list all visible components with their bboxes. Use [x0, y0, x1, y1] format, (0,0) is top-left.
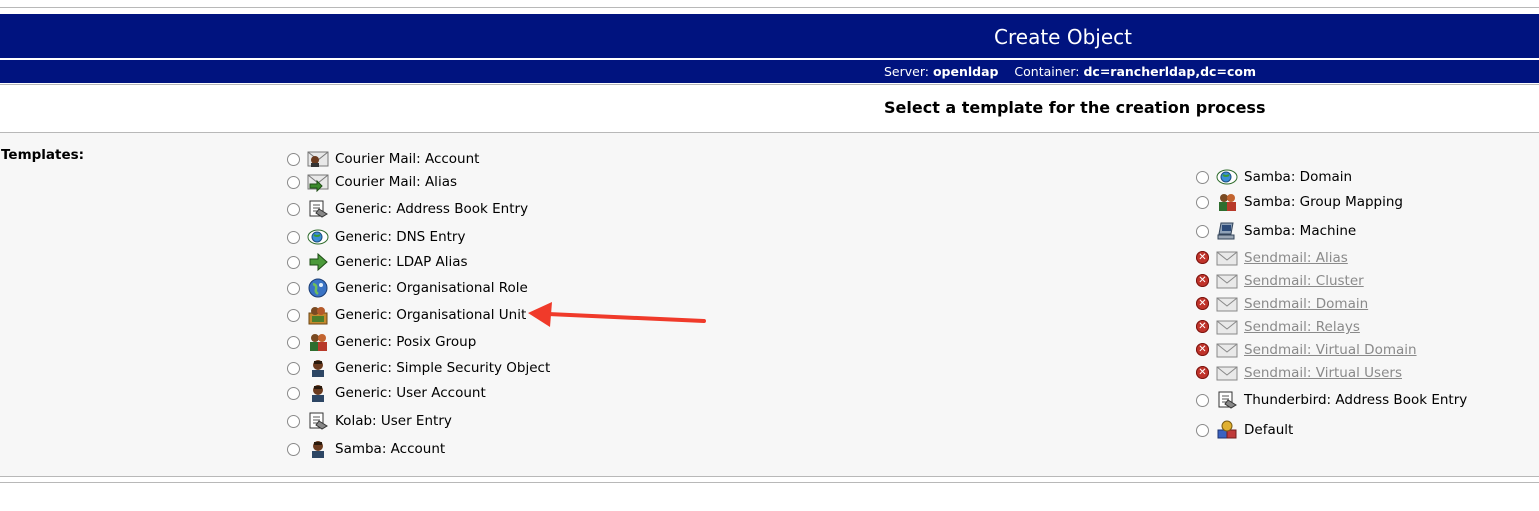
- unavailable-icon: ✕: [1196, 274, 1209, 287]
- server-label: Server:: [884, 64, 929, 79]
- template-radio[interactable]: [287, 231, 300, 244]
- templates-label: Templates:: [1, 147, 85, 163]
- globe-icon: [307, 278, 329, 298]
- computer-icon: [1216, 221, 1238, 241]
- template-label: Sendmail: Domain: [1244, 296, 1369, 312]
- template-label[interactable]: Generic: User Account: [335, 385, 486, 401]
- template-label[interactable]: Generic: DNS Entry: [335, 229, 465, 245]
- user-icon: [307, 439, 329, 459]
- template-label[interactable]: Samba: Domain: [1244, 169, 1352, 185]
- top-divider: [0, 7, 1539, 8]
- template-radio[interactable]: [287, 309, 300, 322]
- group-icon: [1216, 192, 1238, 212]
- unavailable-icon: ✕: [1196, 320, 1209, 333]
- container-value: dc=rancherldap,dc=com: [1083, 64, 1256, 79]
- template-radio[interactable]: [287, 415, 300, 428]
- template-label[interactable]: Generic: Organisational Unit: [335, 307, 526, 323]
- template-radio[interactable]: [1196, 171, 1209, 184]
- template-label[interactable]: Generic: Organisational Role: [335, 280, 528, 296]
- user-icon: [307, 383, 329, 403]
- dns-icon: [1216, 167, 1238, 187]
- envelope-icon: [1216, 363, 1238, 383]
- envelope-icon: [1216, 294, 1238, 314]
- template-label[interactable]: Generic: Simple Security Object: [335, 360, 550, 376]
- mail-alias-icon: [307, 172, 329, 193]
- address-book-icon: [1216, 390, 1238, 410]
- templates-panel: Templates: Courier Mail: Account Courier …: [0, 132, 1539, 477]
- template-label: Sendmail: Virtual Users: [1244, 365, 1402, 381]
- template-label[interactable]: Thunderbird: Address Book Entry: [1244, 392, 1467, 408]
- template-radio[interactable]: [287, 282, 300, 295]
- template-radio[interactable]: [287, 153, 300, 166]
- template-label[interactable]: Kolab: User Entry: [335, 413, 452, 429]
- template-radio[interactable]: [1196, 196, 1209, 209]
- mail-account-icon: [307, 149, 329, 169]
- dns-icon: [307, 227, 329, 247]
- template-label[interactable]: Samba: Account: [335, 441, 445, 457]
- template-radio[interactable]: [1196, 394, 1209, 407]
- template-label[interactable]: Courier Mail: Alias: [335, 174, 457, 190]
- unavailable-icon: ✕: [1196, 366, 1209, 379]
- template-label[interactable]: Generic: Address Book Entry: [335, 201, 528, 217]
- template-radio[interactable]: [1196, 424, 1209, 437]
- ou-icon: [307, 305, 329, 325]
- template-radio[interactable]: [1196, 225, 1209, 238]
- template-radio[interactable]: [287, 203, 300, 216]
- section-heading: Select a template for the creation proce…: [884, 98, 1266, 117]
- server-value: openldap: [932, 64, 999, 79]
- template-label[interactable]: Default: [1244, 422, 1293, 438]
- template-label: Sendmail: Cluster: [1244, 273, 1364, 289]
- template-label: Sendmail: Virtual Domain: [1244, 342, 1417, 358]
- objects-icon: [1216, 420, 1238, 440]
- template-label[interactable]: Generic: Posix Group: [335, 334, 476, 350]
- unavailable-icon: ✕: [1196, 297, 1209, 310]
- envelope-icon: [1216, 248, 1238, 268]
- template-label: Sendmail: Relays: [1244, 319, 1360, 335]
- template-radio[interactable]: [287, 362, 300, 375]
- template-radio[interactable]: [287, 336, 300, 349]
- template-label[interactable]: Samba: Group Mapping: [1244, 194, 1403, 210]
- template-radio[interactable]: [287, 443, 300, 456]
- template-radio[interactable]: [287, 176, 300, 189]
- envelope-icon: [1216, 340, 1238, 360]
- header-divider: [0, 84, 1539, 85]
- address-book-icon: [307, 411, 329, 431]
- container-label: Container:: [1014, 64, 1080, 79]
- info-bar: Server: openldap Container: dc=rancherld…: [0, 60, 1539, 83]
- title-bar: Create Object: [0, 14, 1539, 58]
- template-label: Sendmail: Alias: [1244, 250, 1348, 266]
- template-label[interactable]: Courier Mail: Account: [335, 151, 479, 167]
- page-title: Create Object: [994, 25, 1132, 49]
- unavailable-icon: ✕: [1196, 343, 1209, 356]
- template-label[interactable]: Samba: Machine: [1244, 223, 1356, 239]
- template-radio[interactable]: [287, 387, 300, 400]
- user-icon: [307, 358, 329, 378]
- template-radio[interactable]: [287, 256, 300, 269]
- bottom-divider: [0, 482, 1539, 483]
- unavailable-icon: ✕: [1196, 251, 1209, 264]
- address-book-icon: [307, 199, 329, 219]
- template-label[interactable]: Generic: LDAP Alias: [335, 254, 468, 270]
- envelope-icon: [1216, 317, 1238, 337]
- envelope-icon: [1216, 271, 1238, 291]
- arrow-right-icon: [307, 252, 329, 272]
- group-icon: [307, 332, 329, 352]
